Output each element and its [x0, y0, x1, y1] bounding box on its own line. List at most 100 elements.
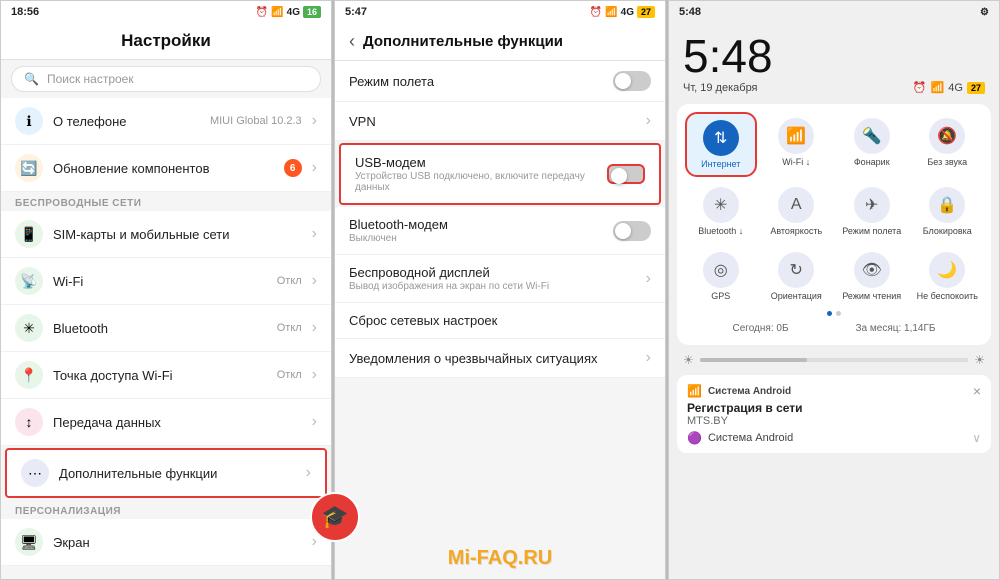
autobrightness-icon: A — [778, 187, 814, 223]
quick-btn-lock[interactable]: 🔒 Блокировка — [912, 181, 984, 242]
quick-btn-readingmode[interactable]: 👁 Режим чтения — [836, 246, 908, 307]
settings-item-bluetooth[interactable]: ✳ Bluetooth Откл — [1, 305, 331, 352]
screen1-header: Настройки — [1, 23, 331, 60]
brightness-row: ☀ ☀ — [669, 349, 999, 371]
usb-toggle[interactable] — [607, 164, 645, 184]
dnd-icon: 🌙 — [929, 252, 965, 288]
notif-sub-chevron: ∨ — [972, 431, 981, 445]
bt-modem-toggle[interactable] — [613, 221, 651, 241]
settings-item-sim[interactable]: 📱 SIM-карты и мобильные сети — [1, 211, 331, 258]
bluetooth-quick-label: Bluetooth ↓ — [698, 226, 743, 236]
wireless-display-text: Беспроводной дисплей Вывод изображения н… — [349, 265, 636, 292]
bluetooth-icon: ✳ — [15, 314, 43, 342]
screen2-title: Дополнительные функции — [363, 33, 563, 50]
updates-label: Обновление компонентов — [53, 161, 274, 176]
status-icons-2: ⏰ 📶 4G 27 — [590, 6, 655, 18]
wifi-quick-label: Wi-Fi ↓ — [782, 157, 810, 167]
screen2: 5:47 ⏰ 📶 4G 27 ‹ Дополнительные функции … — [334, 0, 666, 580]
notif-sub-icon: 🟣 — [687, 431, 702, 445]
usb-text: USB-модем Устройство USB подключено, вкл… — [355, 155, 597, 193]
quick-btn-bluetooth[interactable]: ✳ Bluetooth ↓ — [685, 181, 757, 242]
updates-chevron — [312, 159, 317, 177]
quick-btn-gps[interactable]: ◎ GPS — [685, 246, 757, 307]
hotspot-chevron — [312, 366, 317, 384]
data-label: Передача данных — [53, 415, 302, 430]
settings-item-data[interactable]: ↕ Передача данных — [1, 399, 331, 446]
date-status-icons: ⏰ 📶 4G 27 — [913, 81, 985, 94]
network-4g-2: 4G — [621, 7, 634, 18]
bt-modem-subtitle: Выключен — [349, 233, 603, 244]
wifi-quick-icon: 📶 — [778, 118, 814, 154]
settings-item-about[interactable]: ℹ О телефоне MIUI Global 10.2.3 — [1, 98, 331, 145]
reading-icon: 👁 — [854, 252, 890, 288]
quick-btn-wifi[interactable]: 📶 Wi-Fi ↓ — [761, 112, 833, 177]
back-button[interactable]: ‹ — [349, 31, 355, 52]
wireless-display-subtitle: Вывод изображения на экран по сети Wi-Fi — [349, 281, 636, 292]
quick-btn-orientation[interactable]: ↻ Ориентация — [761, 246, 833, 307]
settings-item-updates[interactable]: 🔄 Обновление компонентов 6 — [1, 145, 331, 192]
gps-icon: ◎ — [703, 252, 739, 288]
notification-card-1[interactable]: 📶 Система Android × Регистрация в сети M… — [677, 375, 991, 453]
adv-item-usb[interactable]: USB-модем Устройство USB подключено, вкл… — [339, 143, 661, 205]
screen-icon: 🖥 — [15, 528, 43, 556]
adv-item-airplane[interactable]: Режим полета — [335, 61, 665, 102]
quick-btn-airplane[interactable]: ✈ Режим полета — [836, 181, 908, 242]
adv-item-emergency[interactable]: Уведомления о чрезвычайных ситуациях — [335, 339, 665, 378]
sim-icon: 📱 — [15, 220, 43, 248]
notif-text-1: MTS.BY — [687, 415, 981, 427]
screen3: 5:48 ⚙ 5:48 Чт, 19 декабря ⏰ 📶 4G 27 ⇅ И… — [668, 0, 1000, 580]
hotspot-icon: 📍 — [15, 361, 43, 389]
quick-btn-internet[interactable]: ⇅ Интернет — [685, 112, 757, 177]
adv-item-bt-modem[interactable]: Bluetooth-модем Выключен — [335, 207, 665, 255]
settings-item-wifi[interactable]: 📡 Wi-Fi Откл — [1, 258, 331, 305]
wifi-icon: 📡 — [15, 267, 43, 295]
time-2: 5:47 — [345, 6, 367, 18]
adv-item-vpn[interactable]: VPN — [335, 102, 665, 141]
airplane-toggle[interactable] — [613, 71, 651, 91]
adv-item-reset[interactable]: Сброс сетевых настроек — [335, 303, 665, 339]
wifi-label: Wi-Fi — [53, 274, 267, 289]
wifi-chevron — [312, 272, 317, 290]
signal-icon: 📶 — [271, 7, 283, 18]
brightness-track[interactable] — [700, 358, 968, 362]
flashlight-icon: 🔦 — [854, 118, 890, 154]
settings-item-hotspot[interactable]: 📍 Точка доступа Wi-Fi Откл — [1, 352, 331, 399]
silent-label: Без звука — [927, 157, 967, 167]
notif-title-1: Регистрация в сети — [687, 401, 981, 415]
gear-icon[interactable]: ⚙ — [980, 7, 989, 18]
mascot: 🎓 — [310, 492, 360, 542]
quick-grid: ⇅ Интернет 📶 Wi-Fi ↓ 🔦 Фонарик 🔕 Без зву… — [685, 112, 983, 307]
hotspot-right: Откл — [277, 369, 302, 381]
alarm-icon-2: ⏰ — [590, 7, 602, 18]
about-icon: ℹ — [15, 107, 43, 135]
quick-btn-dnd[interactable]: 🌙 Не беспокоить — [912, 246, 984, 307]
adv-item-wireless-display[interactable]: Беспроводной дисплей Вывод изображения н… — [335, 255, 665, 303]
dnd-label: Не беспокоить — [917, 291, 978, 301]
quick-btn-flashlight[interactable]: 🔦 Фонарик — [836, 112, 908, 177]
settings-item-additional[interactable]: ⋯ Дополнительные функции — [5, 448, 327, 498]
quick-btn-silent[interactable]: 🔕 Без звука — [912, 112, 984, 177]
battery-3: 27 — [967, 82, 985, 94]
time-3: 5:48 — [679, 6, 701, 18]
flashlight-label: Фонарик — [854, 157, 890, 167]
vpn-chevron — [646, 112, 651, 130]
search-bar[interactable]: 🔍 Поиск настроек — [11, 66, 321, 92]
section-wireless: БЕСПРОВОДНЫЕ СЕТИ — [1, 192, 331, 211]
status-bar-2: 5:47 ⏰ 📶 4G 27 — [335, 1, 665, 23]
signal-icon-3: 📶 — [931, 81, 945, 94]
sim-chevron — [312, 225, 317, 243]
reset-label: Сброс сетевых настроек — [349, 313, 651, 328]
updates-badge: 6 — [284, 159, 302, 177]
status-bar-1: 18:56 ⏰ 📶 4G 16 — [1, 1, 331, 23]
data-chevron — [312, 413, 317, 431]
usb-label: USB-модем — [355, 155, 597, 170]
notif-dismiss-1[interactable]: × — [973, 383, 981, 399]
quick-btn-autobrightness[interactable]: A Автояркость — [761, 181, 833, 242]
section-personal: ПЕРСОНАЛИЗАЦИЯ — [1, 500, 331, 519]
data-icon: ↕ — [15, 408, 43, 436]
wireless-display-chevron — [646, 270, 651, 288]
data-month: За месяц: 1,14ГБ — [856, 323, 936, 334]
time-display: 5:48 — [669, 23, 999, 79]
bt-modem-text: Bluetooth-модем Выключен — [349, 217, 603, 244]
settings-item-screen[interactable]: 🖥 Экран — [1, 519, 331, 566]
